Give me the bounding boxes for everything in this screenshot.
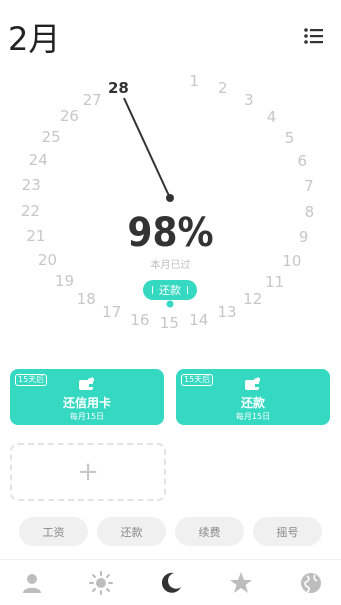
person-icon[interactable] — [19, 570, 45, 596]
day-number: 11 — [265, 273, 285, 292]
day-number: 13 — [217, 303, 237, 322]
chip-lottery[interactable]: 摇号 — [253, 517, 322, 546]
clock-hand — [123, 97, 174, 308]
reminder-card-repay[interactable]: 15天后 还款 每月15日 — [176, 369, 330, 425]
card-title: 还款 — [240, 396, 265, 410]
pill-left-bar — [152, 286, 153, 294]
reminder-card-credit[interactable]: 15天后 还信用卡 每月15日 — [10, 369, 164, 425]
day-number: 25 — [41, 127, 61, 146]
month-dial: 1 2 3 4 5 6 7 8 9 10 11 12 13 14 15 16 17 18 19 20 21 22 23 24 2… — [0, 55, 341, 345]
card-title: 还信用卡 — [62, 396, 111, 410]
day-number: 3 — [244, 91, 254, 110]
day-number: 15 — [159, 313, 179, 332]
wallet-icon — [245, 377, 261, 390]
pill-right-bar — [187, 286, 188, 294]
plus-icon: + — [77, 457, 99, 487]
day-number: 19 — [54, 272, 75, 291]
day-number: 4 — [266, 107, 277, 126]
day-number: 27 — [82, 90, 102, 109]
day-number: 1 — [189, 71, 200, 90]
add-reminder-button[interactable]: + — [10, 443, 166, 501]
days-until-badge: 15天后 — [15, 374, 48, 386]
day-number: 7 — [304, 177, 314, 196]
star-icon[interactable] — [228, 570, 254, 596]
chip-repay[interactable]: 还款 — [97, 517, 166, 546]
marker-label: 还款 — [159, 284, 181, 297]
progress-percent: 98% — [127, 210, 214, 256]
day-number: 28 — [107, 78, 129, 97]
sun-icon[interactable] — [88, 570, 114, 596]
day-number: 16 — [130, 311, 150, 330]
day-number: 5 — [284, 128, 295, 147]
day-number: 24 — [28, 150, 48, 169]
chip-renew[interactable]: 续费 — [175, 517, 244, 546]
card-subtitle: 每月15日 — [235, 412, 271, 421]
day-number: 2 — [218, 79, 228, 97]
day-number: 18 — [76, 289, 96, 308]
month-title: 2月 — [8, 20, 61, 58]
globe-icon[interactable] — [298, 570, 324, 596]
day-number: 6 — [297, 151, 307, 170]
wallet-icon — [79, 377, 95, 390]
day-number: 14 — [189, 311, 209, 330]
days-until-badge: 15天后 — [181, 374, 214, 386]
card-subtitle: 每月15日 — [69, 412, 105, 421]
moon-icon[interactable] — [158, 570, 184, 596]
list-menu-icon[interactable] — [302, 26, 326, 46]
progress-caption: 本月已过 — [150, 260, 191, 271]
chip-salary[interactable]: 工资 — [19, 517, 88, 546]
day-number: 26 — [59, 107, 79, 126]
bottom-tab-bar — [0, 559, 341, 605]
day-number: 12 — [243, 290, 263, 309]
day-number: 23 — [21, 175, 41, 194]
day-number: 17 — [102, 302, 122, 321]
marker-pill[interactable]: 还款 — [143, 280, 197, 300]
